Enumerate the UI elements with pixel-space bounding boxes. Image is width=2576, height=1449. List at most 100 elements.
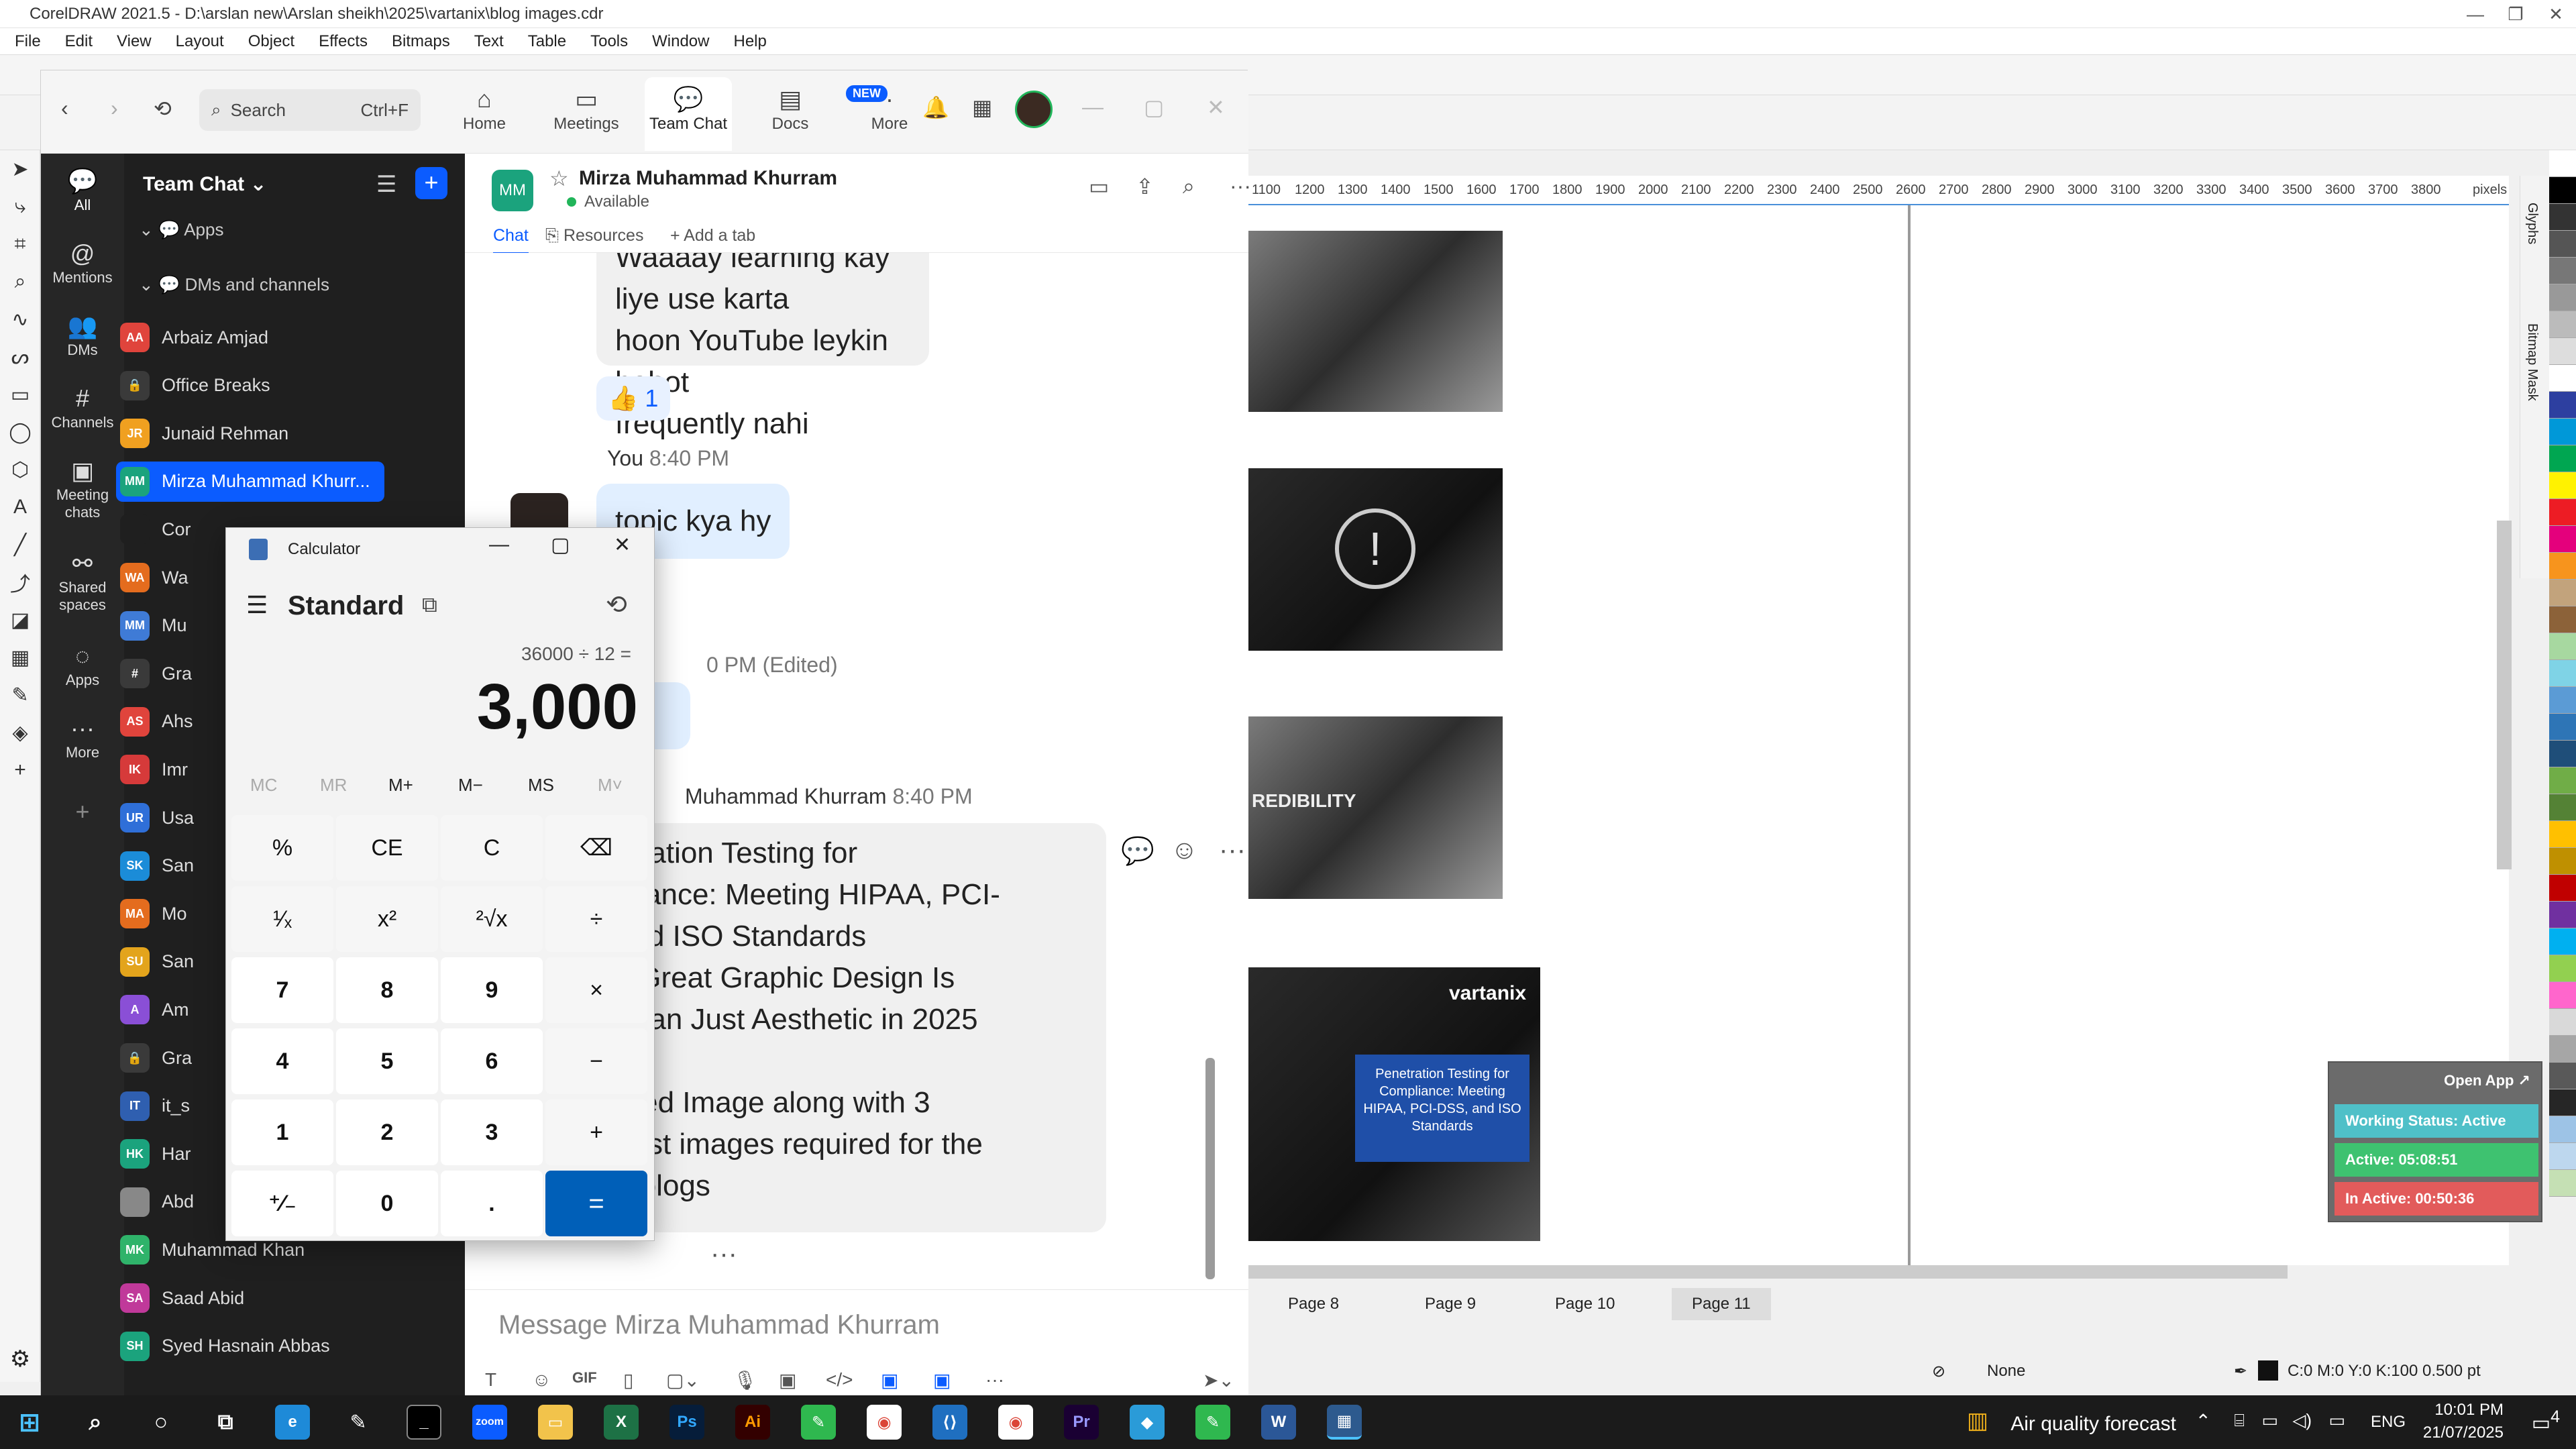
memory-add-button[interactable]: M+ xyxy=(388,775,413,796)
clock[interactable]: 10:01 PM 21/07/2025 xyxy=(2423,1401,2504,1442)
code-icon[interactable]: </> xyxy=(826,1369,853,1391)
reply-icon[interactable]: 💬 xyxy=(1121,835,1155,867)
palette-swatch[interactable] xyxy=(2549,848,2576,875)
memory-clear-button[interactable]: MC xyxy=(250,775,277,796)
chat-scrollbar[interactable] xyxy=(1205,1058,1215,1279)
menu-layout[interactable]: Layout xyxy=(176,32,224,51)
minimize-icon[interactable]: — xyxy=(1082,95,1104,119)
excel-icon[interactable]: X xyxy=(604,1405,639,1440)
cortana-icon[interactable]: ○ xyxy=(144,1405,178,1440)
edge-icon[interactable]: e xyxy=(275,1405,310,1440)
palette-swatch[interactable] xyxy=(2549,365,2576,392)
premiere-icon[interactable]: Pr xyxy=(1064,1405,1099,1440)
chevron-up-icon[interactable]: ⌃ xyxy=(2196,1410,2211,1432)
palette-swatch[interactable] xyxy=(2549,687,2576,714)
palette-swatch[interactable] xyxy=(2549,741,2576,767)
palette-swatch[interactable] xyxy=(2549,821,2576,848)
weather-label[interactable]: Air quality forecast xyxy=(2010,1413,2176,1436)
chrome-profile-icon[interactable]: ◉ xyxy=(998,1405,1033,1440)
palette-swatch[interactable] xyxy=(2549,1116,2576,1143)
menu-text[interactable]: Text xyxy=(474,32,504,51)
task-view-icon[interactable]: ⧉ xyxy=(208,1405,243,1440)
menu-window[interactable]: Window xyxy=(652,32,709,51)
blog-featured-image[interactable]: vartanix Penetration Testing for Complia… xyxy=(1248,967,1540,1241)
rail-more[interactable]: ··· More xyxy=(41,714,124,761)
list-item[interactable]: AA Arbaiz Amjad xyxy=(116,317,384,358)
app-icon[interactable]: ◆ xyxy=(1130,1405,1165,1440)
page-tab[interactable]: Page 9 xyxy=(1425,1295,1476,1313)
palette-swatch[interactable] xyxy=(2549,231,2576,258)
freehand-tool-icon[interactable]: ∿ xyxy=(0,301,40,338)
connector-tool-icon[interactable]: ⤴ xyxy=(0,564,40,601)
calc-key[interactable]: 7 xyxy=(231,957,333,1023)
rail-apps[interactable]: ◌ Apps xyxy=(41,642,124,689)
menu-help[interactable]: Help xyxy=(733,32,766,51)
rail-all[interactable]: 💬 All xyxy=(41,160,124,227)
rail-channels[interactable]: # Channels xyxy=(41,384,124,431)
security-icons-image[interactable]: ! xyxy=(1248,468,1503,651)
filter-icon[interactable]: ☰ xyxy=(376,171,396,198)
drawing-canvas[interactable]: ! REDIBILITY vartanix Penetration Testin… xyxy=(1248,205,2509,1265)
calc-key[interactable]: 8 xyxy=(336,957,438,1023)
menu-effects[interactable]: Effects xyxy=(319,32,368,51)
palette-swatch[interactable] xyxy=(2549,204,2576,231)
list-item[interactable]: SA Saad Abid xyxy=(116,1278,384,1318)
meeting-photo-image[interactable] xyxy=(1248,231,1503,412)
calc-key[interactable]: 0 xyxy=(336,1171,438,1236)
settings-gear-icon[interactable]: ⚙ xyxy=(0,1339,40,1379)
battery-icon[interactable]: ▭ xyxy=(2328,1410,2345,1431)
volume-icon[interactable]: ◁) xyxy=(2292,1410,2312,1431)
list-item[interactable]: MM Mirza Muhammad Khurr... xyxy=(116,461,384,502)
memory-subtract-button[interactable]: M− xyxy=(458,775,483,796)
close-icon[interactable]: ✕ xyxy=(1207,95,1225,120)
tab-chat[interactable]: Chat xyxy=(493,226,529,255)
polygon-tool-icon[interactable]: ⬡ xyxy=(0,451,40,488)
calc-key[interactable]: 6 xyxy=(441,1028,543,1094)
memory-recall-button[interactable]: MR xyxy=(320,775,347,796)
app-icon[interactable]: ▣ xyxy=(881,1369,898,1391)
message-more-icon[interactable]: ··· xyxy=(1219,835,1246,865)
palette-swatch[interactable] xyxy=(2549,177,2576,204)
chrome-icon[interactable]: ◉ xyxy=(867,1405,902,1440)
palette-swatch[interactable] xyxy=(2549,1036,2576,1063)
forward-arrow-icon[interactable]: › xyxy=(111,96,118,121)
send-icon[interactable]: ➤⌄ xyxy=(1203,1369,1234,1391)
calc-key[interactable]: ¹⁄ₓ xyxy=(231,886,333,952)
nav-docs[interactable]: ▤ Docs xyxy=(747,77,834,151)
page-tab-active[interactable]: Page 11 xyxy=(1672,1288,1771,1320)
palette-swatch[interactable] xyxy=(2549,902,2576,928)
calc-key[interactable]: 5 xyxy=(336,1028,438,1094)
maximize-icon[interactable]: ▢ xyxy=(551,533,570,557)
search-box[interactable]: ⌕ Search Ctrl+F xyxy=(199,89,421,131)
search-icon[interactable]: ⌕ xyxy=(78,1405,113,1440)
rail-shared-spaces[interactable]: ⚯ Shared spaces xyxy=(41,549,124,614)
menu-file[interactable]: File xyxy=(15,32,41,51)
calc-key[interactable]: CE xyxy=(336,815,438,881)
ellipse-tool-icon[interactable]: ◯ xyxy=(0,413,40,451)
palette-swatch[interactable] xyxy=(2549,982,2576,1009)
rail-dms[interactable]: 👥 DMs xyxy=(41,312,124,359)
calc-key[interactable]: − xyxy=(545,1028,647,1094)
palette-swatch[interactable] xyxy=(2549,1089,2576,1116)
message-input[interactable]: Message Mirza Muhammad Khurram xyxy=(498,1310,940,1340)
minimize-button[interactable]: — xyxy=(2455,0,2496,28)
terminal-icon[interactable]: _ xyxy=(407,1405,441,1440)
more-options-icon[interactable]: ··· xyxy=(1230,174,1251,199)
calc-key[interactable]: ÷ xyxy=(545,886,647,952)
memory-list-button[interactable]: M˅ xyxy=(598,775,623,796)
palette-swatch[interactable] xyxy=(2549,150,2576,177)
palette-swatch[interactable] xyxy=(2549,794,2576,821)
palette-swatch[interactable] xyxy=(2549,660,2576,687)
chat-name[interactable]: Mirza Muhammad Khurram xyxy=(579,167,837,190)
menu-view[interactable]: View xyxy=(117,32,152,51)
palette-swatch[interactable] xyxy=(2549,472,2576,499)
palette-swatch[interactable] xyxy=(2549,284,2576,311)
apps-section[interactable]: ⌄ 💬 Apps xyxy=(139,219,223,240)
search-icon[interactable]: ⌕ xyxy=(1183,174,1195,199)
reaction-thumbs-up[interactable]: 👍 1 xyxy=(596,376,670,421)
calc-key[interactable]: % xyxy=(231,815,333,881)
calendar-icon[interactable]: ▦ xyxy=(972,95,992,120)
docker-tab-glyphs[interactable]: Glyphs xyxy=(2524,203,2540,244)
palette-swatch[interactable] xyxy=(2549,714,2576,741)
file-explorer-icon[interactable]: ▭ xyxy=(538,1405,573,1440)
